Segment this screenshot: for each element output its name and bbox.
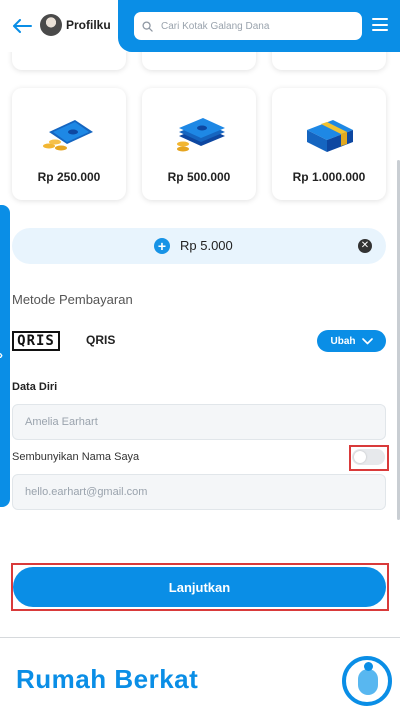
- hamburger-menu-icon[interactable]: [372, 18, 388, 31]
- hide-name-label: Sembunyikan Nama Saya: [12, 451, 140, 463]
- search-icon: [142, 20, 153, 32]
- email-placeholder: hello.earhart@gmail.com: [25, 486, 148, 498]
- name-field[interactable]: Amelia Earhart: [12, 404, 386, 440]
- name-placeholder: Amelia Earhart: [25, 416, 98, 428]
- change-payment-button[interactable]: Ubah: [317, 330, 386, 352]
- brand-name: Rumah Berkat: [16, 664, 199, 694]
- money-bundle-icon: [307, 120, 353, 152]
- amount-card-250000[interactable]: Rp 250.000: [12, 88, 126, 200]
- amount-card-1000000[interactable]: Rp 1.000.000: [272, 88, 386, 200]
- profile-link[interactable]: Profilku: [66, 18, 111, 32]
- chevron-down-icon: [361, 337, 373, 344]
- search-bar: Cari Kotak Galang Dana: [118, 0, 400, 52]
- search-input[interactable]: Cari Kotak Galang Dana: [134, 12, 362, 40]
- continue-button[interactable]: Lanjutkan: [13, 567, 386, 607]
- plus-icon: +: [154, 238, 170, 254]
- cash-stack-icon: [177, 118, 225, 152]
- email-field[interactable]: hello.earhart@gmail.com: [12, 474, 386, 510]
- back-arrow-icon[interactable]: [10, 14, 34, 38]
- change-payment-label: Ubah: [330, 335, 356, 347]
- hide-name-toggle[interactable]: [352, 449, 385, 465]
- avatar[interactable]: [40, 14, 62, 36]
- custom-amount-field[interactable]: + Rp 5.000 ✕: [12, 228, 386, 264]
- amount-label: Rp 1.000.000: [292, 170, 366, 184]
- amount-label: Rp 500.000: [167, 170, 231, 184]
- payment-section-title: Metode Pembayaran: [12, 292, 133, 307]
- toggle-knob: [354, 451, 366, 463]
- amount-card-500000[interactable]: Rp 500.000: [142, 88, 256, 200]
- search-placeholder: Cari Kotak Galang Dana: [161, 20, 270, 32]
- custom-amount-value: Rp 5.000: [180, 238, 233, 253]
- footer-divider: [0, 637, 400, 638]
- brand-logo-icon: [342, 656, 392, 706]
- clear-icon[interactable]: ✕: [358, 239, 372, 253]
- personal-data-title: Data Diri: [12, 381, 58, 393]
- amount-label: Rp 250.000: [37, 170, 101, 184]
- side-drawer-handle[interactable]: ›: [0, 205, 10, 507]
- cash-coins-icon: [43, 120, 93, 151]
- payment-method-name: QRIS: [86, 333, 116, 347]
- chevron-right-icon: ›: [0, 348, 3, 362]
- app-header: Profilku Cari Kotak Galang Dana: [0, 0, 400, 52]
- qris-logo: QRIS: [12, 331, 60, 351]
